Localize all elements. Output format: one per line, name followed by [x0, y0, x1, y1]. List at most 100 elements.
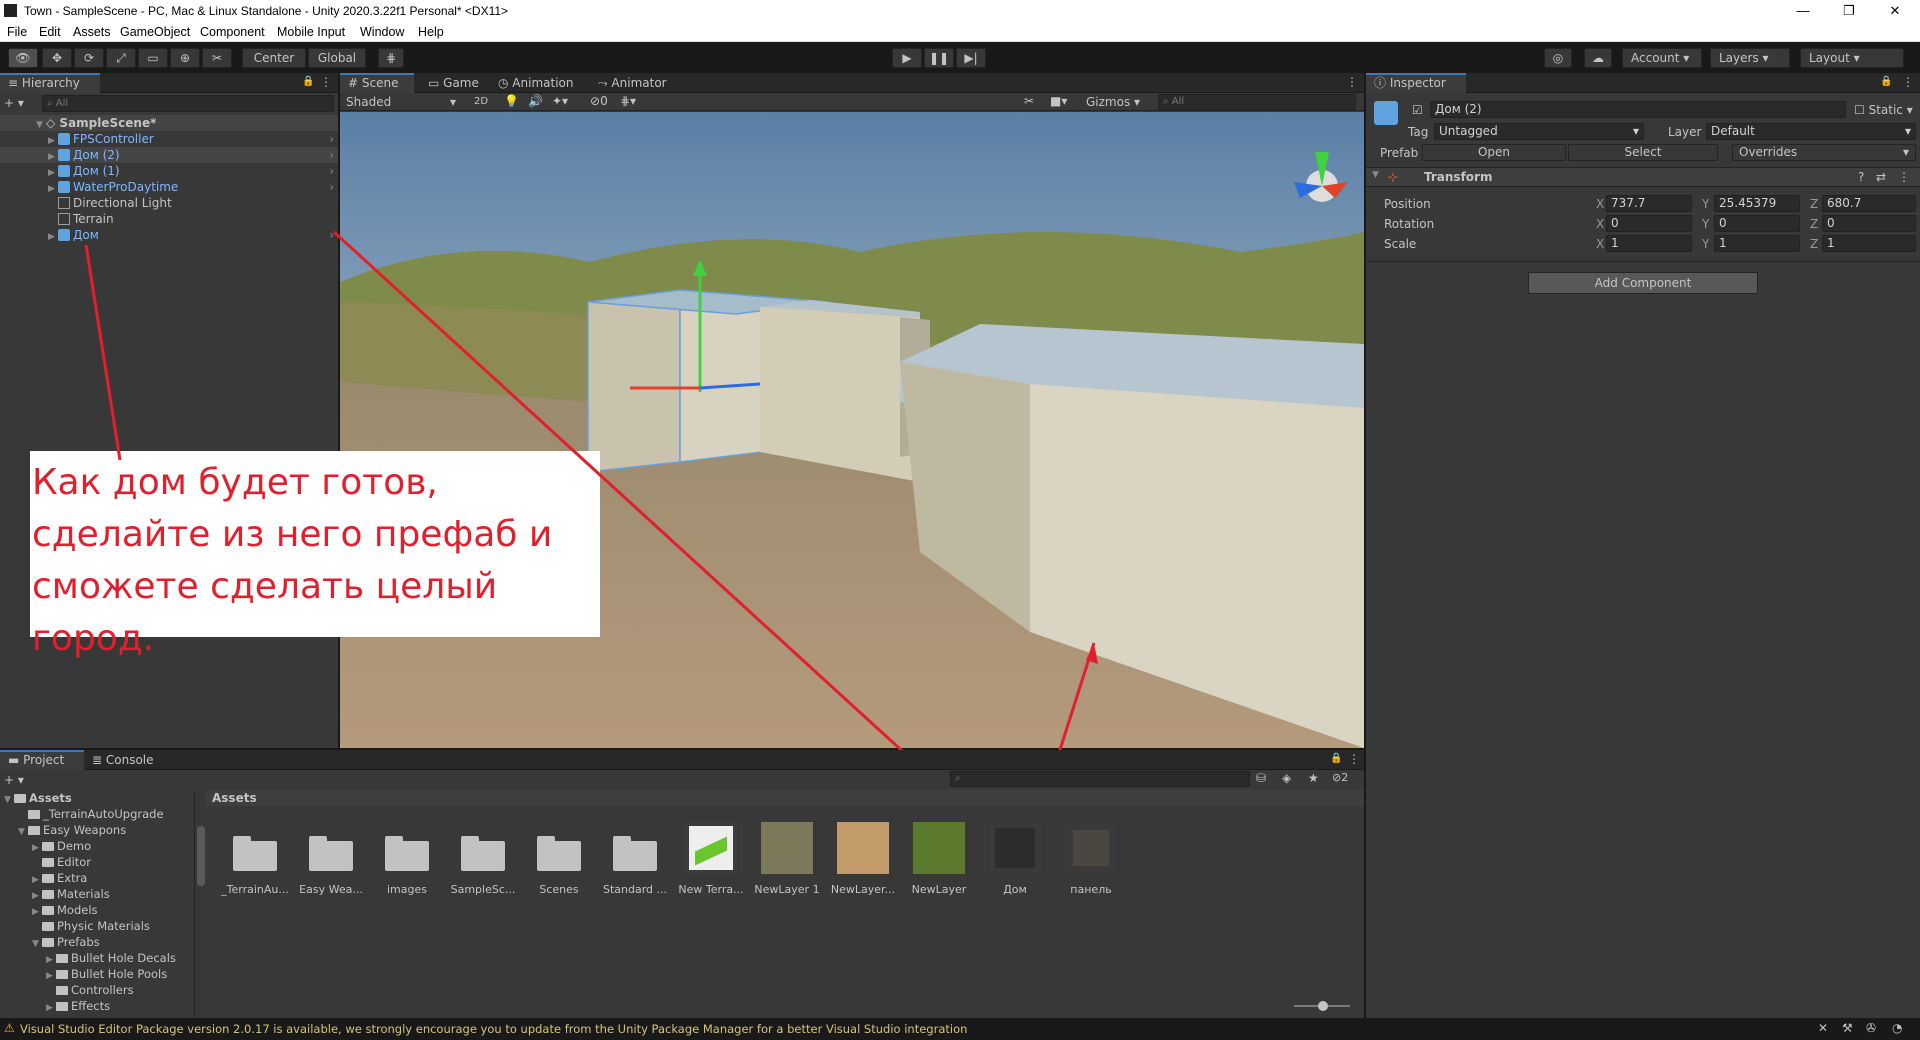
- move-tool-icon[interactable]: ✥: [42, 48, 72, 68]
- tab-project[interactable]: ▬ Project: [0, 750, 84, 770]
- inspector-lock-icon[interactable]: 🔒: [1880, 76, 1892, 87]
- mode-2d-toggle[interactable]: 2D: [468, 94, 494, 110]
- hierarchy-item[interactable]: Terrain: [0, 211, 338, 227]
- position-z-field[interactable]: 680.7: [1822, 195, 1916, 212]
- cloud-icon[interactable]: ☁: [1584, 48, 1612, 68]
- menu-edit[interactable]: Edit: [39, 25, 61, 39]
- tree-folder-item[interactable]: ▼ Easy Weapons: [18, 824, 126, 838]
- hierarchy-item[interactable]: ▶ Дом (2) ›: [0, 147, 338, 163]
- hierarchy-search-input[interactable]: ⌕ All: [42, 95, 334, 112]
- hierarchy-item[interactable]: ▶ WaterProDaytime ›: [0, 179, 338, 195]
- layout-dropdown[interactable]: Layout ▾: [1800, 48, 1904, 68]
- asset-label[interactable]: NewLayer 1: [751, 883, 823, 896]
- tab-console[interactable]: ≣ Console: [84, 750, 162, 770]
- menu-window[interactable]: Window: [360, 25, 404, 39]
- asset-label[interactable]: _TerrainAu...: [219, 883, 291, 896]
- project-lock-icon[interactable]: 🔒: [1330, 753, 1342, 764]
- maximize-button[interactable]: ❐: [1826, 0, 1872, 22]
- scene-row[interactable]: ▼ ◇ SampleScene*: [0, 115, 338, 131]
- scene-search-input[interactable]: ⌕ All: [1158, 94, 1356, 110]
- audio-toggle-icon[interactable]: 🔊: [528, 94, 543, 108]
- search-by-label-icon[interactable]: ◈: [1282, 771, 1291, 785]
- hierarchy-item[interactable]: Directional Light: [0, 195, 338, 211]
- shading-mode-dropdown[interactable]: Shaded ▾: [342, 94, 460, 110]
- rotation-z-field[interactable]: 0: [1822, 215, 1916, 232]
- hierarchy-item[interactable]: ▶ Дом (1) ›: [0, 163, 338, 179]
- project-search-input[interactable]: ⌕: [950, 771, 1250, 787]
- asset-label[interactable]: images: [371, 883, 443, 896]
- rotation-y-field[interactable]: 0: [1714, 215, 1800, 232]
- hierarchy-item[interactable]: ▶ Дом ›: [0, 227, 338, 243]
- tree-folder-item[interactable]: Controllers: [46, 984, 134, 997]
- folder-icon[interactable]: [611, 834, 659, 874]
- prefab-open-button[interactable]: Open: [1422, 144, 1566, 161]
- prefab-chevron-icon[interactable]: ›: [329, 163, 334, 179]
- rotation-x-field[interactable]: 0: [1606, 215, 1692, 232]
- grid-toggle-icon[interactable]: ⋕▾: [620, 94, 636, 108]
- terrain-layer-thumbnail-icon[interactable]: [761, 822, 813, 874]
- collab-icon[interactable]: ◎: [1544, 48, 1572, 68]
- preset-icon[interactable]: ⇄: [1876, 170, 1886, 184]
- project-menu-icon[interactable]: ⋮: [1348, 752, 1360, 766]
- status-message[interactable]: Visual Studio Editor Package version 2.0…: [20, 1022, 967, 1036]
- prefab-overrides-dropdown[interactable]: Overrides ▾: [1732, 144, 1916, 161]
- tab-inspector[interactable]: ⓘ Inspector: [1366, 73, 1466, 93]
- folder-icon[interactable]: [383, 834, 431, 874]
- asset-label[interactable]: New Terra...: [675, 883, 747, 896]
- fold-closed-icon[interactable]: ▶: [32, 842, 42, 855]
- static-checkbox[interactable]: ☐ Static ▾: [1854, 103, 1913, 117]
- tree-folder-item[interactable]: ▶ Bullet Hole Decals: [46, 952, 176, 967]
- active-checkbox[interactable]: ☑: [1412, 103, 1423, 117]
- menu-gameobject[interactable]: GameObject: [120, 25, 190, 39]
- tree-folder-item[interactable]: ▶ Bullet Hole Pools: [46, 968, 167, 982]
- asset-label[interactable]: Easy Wea...: [295, 883, 367, 896]
- asset-label[interactable]: SampleSc...: [447, 883, 519, 896]
- asset-label[interactable]: Дом: [979, 883, 1051, 896]
- scale-z-field[interactable]: 1: [1822, 235, 1916, 252]
- fold-closed-icon[interactable]: ▶: [48, 229, 58, 245]
- transform-tool-icon[interactable]: ⊕: [170, 48, 200, 68]
- terrain-layer-thumbnail-icon[interactable]: [837, 822, 889, 874]
- fold-closed-icon[interactable]: ▶: [32, 906, 42, 919]
- breadcrumb-assets[interactable]: Assets: [212, 791, 257, 805]
- debug-icon[interactable]: ✇: [1866, 1021, 1876, 1035]
- add-component-button[interactable]: Add Component: [1528, 272, 1758, 294]
- fold-open-icon[interactable]: ▼: [4, 794, 14, 807]
- fold-closed-icon[interactable]: ▶: [46, 954, 56, 967]
- fold-open-icon[interactable]: ▼: [32, 938, 42, 951]
- folder-icon[interactable]: [535, 834, 583, 874]
- account-dropdown[interactable]: Account ▾: [1622, 48, 1702, 68]
- prefab-select-button[interactable]: Select: [1568, 144, 1718, 161]
- tab-animator[interactable]: ⤳ Animator: [590, 73, 675, 93]
- camera-icon[interactable]: ■▾: [1050, 94, 1067, 108]
- pivot-global-button[interactable]: Global: [308, 48, 366, 68]
- asset-label[interactable]: панель: [1055, 883, 1127, 896]
- tree-folder-item[interactable]: ▶ Demo: [32, 840, 91, 855]
- prefab-thumbnail-icon[interactable]: [1065, 822, 1117, 874]
- project-create-button[interactable]: + ▾: [4, 772, 34, 789]
- menu-file[interactable]: File: [7, 25, 27, 39]
- prefab-chevron-icon[interactable]: ›: [329, 147, 334, 163]
- close-button[interactable]: ✕: [1872, 0, 1918, 22]
- terrain-data-icon[interactable]: [685, 822, 737, 874]
- progress-icon[interactable]: ◔: [1892, 1021, 1902, 1035]
- lighting-toggle-icon[interactable]: 💡: [504, 94, 519, 108]
- object-name-field[interactable]: Дом (2): [1430, 101, 1846, 118]
- create-button[interactable]: + ▾: [4, 95, 34, 112]
- menu-component[interactable]: Component: [200, 25, 265, 39]
- view-tool-icon[interactable]: 👁: [8, 48, 38, 68]
- effects-toggle-icon[interactable]: ✦▾: [552, 94, 568, 108]
- lock-icon[interactable]: 🔒: [302, 76, 314, 87]
- pivot-center-button[interactable]: Center: [242, 48, 306, 68]
- asset-label[interactable]: Standard ...: [599, 883, 671, 896]
- tree-folder-item[interactable]: Editor: [32, 856, 91, 869]
- asset-label[interactable]: NewLayer...: [827, 883, 899, 896]
- asset-label[interactable]: NewLayer: [903, 883, 975, 896]
- tab-scene[interactable]: # Scene: [340, 73, 414, 93]
- play-button[interactable]: ▶: [892, 48, 922, 68]
- fold-closed-icon[interactable]: ▶: [32, 874, 42, 887]
- tab-animation[interactable]: ◷ Animation: [490, 73, 581, 93]
- scale-y-field[interactable]: 1: [1714, 235, 1800, 252]
- hidden-objects-icon[interactable]: ⊘0: [590, 94, 608, 108]
- hidden-packages-icon[interactable]: ⊘2: [1332, 771, 1348, 784]
